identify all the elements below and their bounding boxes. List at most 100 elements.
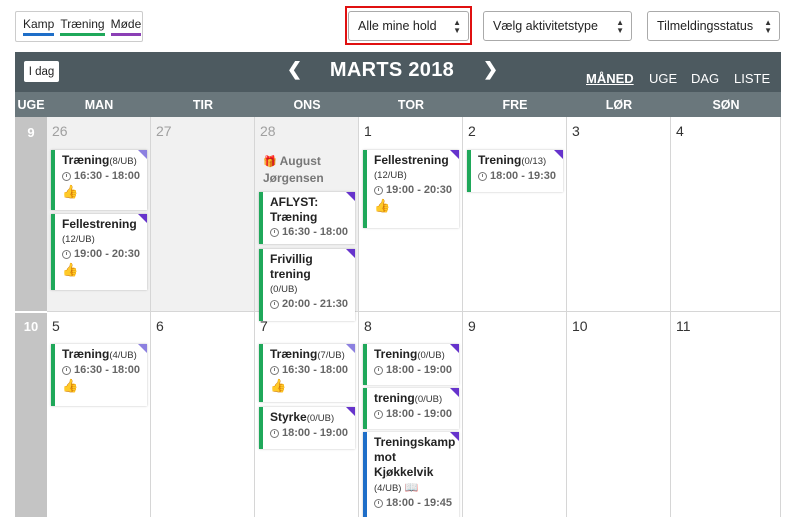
- event-card[interactable]: Frivillig trening (0/UB) 20:00 - 21:30: [259, 249, 355, 321]
- event-count: (0/UB): [306, 413, 335, 424]
- today-button[interactable]: I dag: [24, 61, 59, 82]
- event-count: (0/13): [521, 156, 547, 167]
- day-number: 2: [468, 123, 476, 139]
- next-month-button[interactable]: ❯: [483, 59, 498, 80]
- event-corner-marker: [346, 249, 355, 258]
- clock-icon: [270, 366, 279, 375]
- event-title: Fellestrening: [62, 217, 137, 231]
- event-count: (0/UB): [417, 350, 445, 361]
- day-number: 26: [52, 123, 68, 139]
- thumbs-up-icon[interactable]: 👍: [62, 184, 143, 199]
- week-number: 9: [27, 125, 35, 140]
- event-card[interactable]: Træning(4/UB) 16:30 - 18:00 👍: [51, 344, 147, 406]
- event-card[interactable]: AFLYST: Træning 16:30 - 18:00: [259, 192, 355, 244]
- day-cell[interactable]: 9: [463, 312, 567, 517]
- team-select[interactable]: Alle mine hold ▲ ▼: [348, 11, 469, 41]
- weekday-header-wed: ONS: [255, 92, 359, 117]
- day-number: 6: [156, 318, 164, 334]
- day-cell[interactable]: 3: [567, 117, 671, 312]
- day-number: 3: [572, 123, 580, 139]
- event-time: 19:00 - 20:30: [62, 247, 143, 262]
- view-week-tab[interactable]: UGE: [649, 71, 677, 86]
- event-card[interactable]: Træning(8/UB) 16:30 - 18:00 👍: [51, 150, 147, 210]
- activity-legend: Kamp Træning Møde: [15, 11, 143, 42]
- clock-icon: [374, 186, 383, 195]
- event-card[interactable]: Fellestrening (12/UB) 19:00 - 20:30 👍: [363, 150, 459, 228]
- event-corner-marker: [554, 150, 563, 159]
- event-time: 18:00 - 19:00: [270, 426, 351, 441]
- clock-icon: [478, 172, 487, 181]
- event-card[interactable]: trening(0/UB) 18:00 - 19:00: [363, 388, 459, 429]
- event-time: 18:00 - 19:00: [374, 363, 455, 378]
- event-time: 16:30 - 18:00: [270, 363, 351, 378]
- event-corner-marker: [450, 150, 459, 159]
- week-number: 10: [23, 319, 39, 334]
- day-cell[interactable]: 10: [567, 312, 671, 517]
- event-count: (8/UB): [109, 156, 137, 167]
- day-cell[interactable]: 11: [671, 312, 781, 517]
- clock-icon: [270, 300, 279, 309]
- day-cell[interactable]: 6: [151, 312, 255, 517]
- event-title: Træning: [62, 153, 110, 167]
- weekday-header-sun: SØN: [671, 92, 781, 117]
- weekday-header-sat: LØR: [567, 92, 671, 117]
- calendar-header: I dag ❮ MARTS 2018 ❯ MÅNED UGE DAG LISTE: [15, 52, 781, 92]
- event-time: 18:00 - 19:30: [478, 169, 559, 184]
- weekday-header-thu: TOR: [359, 92, 463, 117]
- select-arrows-icon: ▲ ▼: [616, 18, 624, 35]
- event-corner-marker: [346, 192, 355, 201]
- event-title: Træning: [62, 347, 110, 361]
- event-corner-marker: [138, 150, 147, 159]
- event-time: 16:30 - 18:00: [270, 225, 351, 240]
- registration-status-value: Tilmeldingsstatus: [657, 19, 754, 33]
- event-card[interactable]: Treningskamp mot Kjøkkelvik (4/UB) 📖 18:0…: [363, 432, 459, 517]
- event-count: (4/UB): [374, 483, 402, 494]
- day-number: 4: [676, 123, 684, 139]
- day-cell[interactable]: 2: [463, 117, 567, 312]
- view-day-tab[interactable]: DAG: [691, 71, 719, 86]
- book-icon[interactable]: 📖: [404, 482, 418, 494]
- event-card[interactable]: Styrke(0/UB) 18:00 - 19:00: [259, 407, 355, 449]
- clock-icon: [62, 250, 71, 259]
- event-time: 18:00 - 19:00: [374, 407, 455, 422]
- event-card[interactable]: Trening(0/13) 18:00 - 19:30: [467, 150, 563, 192]
- event-corner-marker: [450, 344, 459, 353]
- event-card[interactable]: Trening(0/UB) 18:00 - 19:00: [363, 344, 459, 385]
- birthday-entry[interactable]: 🎁 August Jørgensen: [263, 153, 355, 186]
- clock-icon: [62, 172, 71, 181]
- event-title: trening: [374, 391, 415, 405]
- view-month-tab[interactable]: MÅNED: [586, 71, 634, 86]
- thumbs-up-icon[interactable]: 👍: [270, 378, 351, 393]
- team-select-value: Alle mine hold: [358, 19, 437, 33]
- day-cell[interactable]: 5: [47, 312, 151, 517]
- activity-type-select[interactable]: Vælg aktivitetstype ▲ ▼: [483, 11, 632, 41]
- event-title: Trening: [374, 347, 418, 361]
- event-corner-marker: [346, 344, 355, 353]
- event-time: 20:00 - 21:30: [270, 297, 351, 312]
- day-number: 5: [52, 318, 60, 334]
- day-cell[interactable]: 27: [151, 117, 255, 312]
- month-title: MARTS 2018: [329, 59, 455, 81]
- event-card[interactable]: Fellestrening (12/UB) 19:00 - 20:30 👍: [51, 214, 147, 290]
- select-arrows-icon: ▲ ▼: [453, 18, 461, 35]
- event-count: (4/UB): [109, 350, 137, 361]
- event-time: 19:00 - 20:30: [374, 183, 455, 198]
- week-column: [15, 117, 47, 311]
- event-title: Træning: [270, 347, 318, 361]
- event-time: 18:00 - 19:45: [374, 496, 455, 511]
- event-corner-marker: [138, 214, 147, 223]
- weekday-header-fri: FRE: [463, 92, 567, 117]
- thumbs-up-icon[interactable]: 👍: [374, 198, 455, 213]
- day-number: 1: [364, 123, 372, 139]
- day-cell[interactable]: 4: [671, 117, 781, 312]
- clock-icon: [270, 228, 279, 237]
- day-number: 27: [156, 123, 172, 139]
- event-time: 16:30 - 18:00: [62, 363, 143, 378]
- view-list-tab[interactable]: LISTE: [734, 71, 770, 86]
- event-card[interactable]: Træning(7/UB) 16:30 - 18:00 👍: [259, 344, 355, 402]
- top-bar: Kamp Træning Møde Alle mine hold ▲ ▼ Vælg…: [0, 0, 794, 52]
- thumbs-up-icon[interactable]: 👍: [62, 262, 143, 277]
- thumbs-up-icon[interactable]: 👍: [62, 378, 143, 393]
- registration-status-select[interactable]: Tilmeldingsstatus ▲ ▼: [647, 11, 780, 41]
- clock-icon: [374, 366, 383, 375]
